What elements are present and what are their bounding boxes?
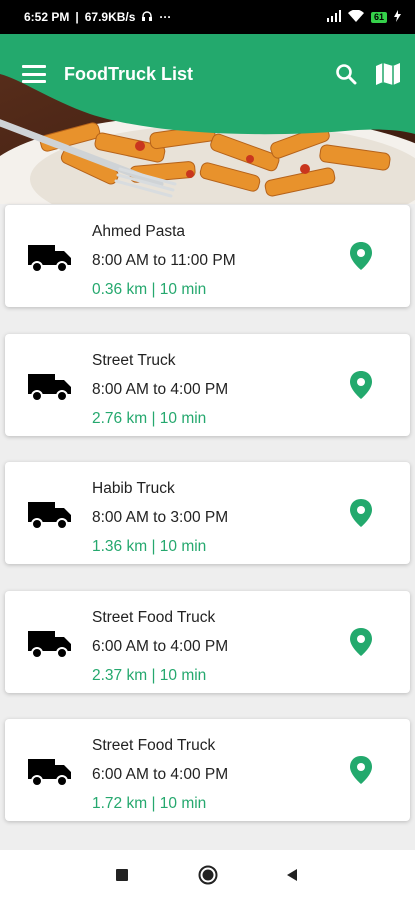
truck-icon <box>28 502 71 530</box>
square-recents-icon[interactable] <box>111 864 133 886</box>
status-separator: | <box>75 10 79 24</box>
status-time: 6:52 PM <box>24 10 70 24</box>
battery-indicator: 61 <box>370 11 387 23</box>
location-pin-icon[interactable] <box>348 241 374 271</box>
truck-distance: 0.36 km | 10 min <box>92 281 207 298</box>
truck-info: Street Food Truck 6:00 AM to 4:00 PM 2.3… <box>92 603 228 690</box>
truck-distance: 1.72 km | 10 min <box>92 795 207 812</box>
app-title: FoodTruck List <box>64 63 194 84</box>
truck-info: Street Truck 8:00 AM to 4:00 PM 2.76 km … <box>92 346 228 433</box>
truck-icon <box>28 374 71 402</box>
charging-icon <box>394 9 401 25</box>
location-pin-icon[interactable] <box>348 755 374 785</box>
wifi-icon <box>347 9 364 25</box>
truck-name: Street Truck <box>92 352 176 369</box>
header: FoodTruck List <box>0 34 415 204</box>
location-pin-icon[interactable] <box>348 370 374 400</box>
truck-distance: 1.36 km | 10 min <box>92 538 207 555</box>
truck-card[interactable]: Street Food Truck 6:00 AM to 4:00 PM 1.7… <box>5 719 410 821</box>
app-bar: FoodTruck List <box>0 34 415 114</box>
status-right: 61 <box>326 9 401 25</box>
status-left: 6:52 PM | 67.9KB/s ··· <box>24 10 171 25</box>
truck-icon <box>28 631 71 659</box>
truck-info: Ahmed Pasta 8:00 AM to 11:00 PM 0.36 km … <box>92 217 236 304</box>
truck-name: Ahmed Pasta <box>92 223 186 240</box>
truck-card[interactable]: Habib Truck 8:00 AM to 3:00 PM 1.36 km |… <box>5 462 410 564</box>
hamburger-menu-icon[interactable] <box>22 65 46 83</box>
truck-hours: 6:00 AM to 4:00 PM <box>92 638 229 655</box>
truck-hours: 6:00 AM to 4:00 PM <box>92 766 229 783</box>
system-nav-bar <box>0 850 415 900</box>
triangle-back-icon[interactable] <box>281 864 303 886</box>
truck-card[interactable]: Street Food Truck 6:00 AM to 4:00 PM 2.3… <box>5 591 410 693</box>
truck-icon <box>28 245 71 273</box>
truck-name: Street Food Truck <box>92 609 216 626</box>
app-bar-actions <box>335 62 401 86</box>
truck-info: Habib Truck 8:00 AM to 3:00 PM 1.36 km |… <box>92 474 228 561</box>
status-bar: 6:52 PM | 67.9KB/s ··· 61 <box>0 0 415 34</box>
network-speed: 67.9KB/s <box>84 10 136 24</box>
truck-distance: 2.76 km | 10 min <box>92 410 207 427</box>
truck-icon <box>28 759 71 787</box>
truck-info: Street Food Truck 6:00 AM to 4:00 PM 1.7… <box>92 731 228 818</box>
search-icon[interactable] <box>335 63 357 85</box>
overflow-dots: ··· <box>159 10 172 24</box>
truck-card[interactable]: Ahmed Pasta 8:00 AM to 11:00 PM 0.36 km … <box>5 205 410 307</box>
signal-icon <box>326 9 341 25</box>
truck-hours: 8:00 AM to 11:00 PM <box>92 252 236 269</box>
circle-home-icon[interactable] <box>197 864 219 886</box>
headset-icon <box>141 10 153 25</box>
truck-distance: 2.37 km | 10 min <box>92 667 207 684</box>
truck-hours: 8:00 AM to 4:00 PM <box>92 381 229 398</box>
truck-card[interactable]: Street Truck 8:00 AM to 4:00 PM 2.76 km … <box>5 334 410 436</box>
location-pin-icon[interactable] <box>348 627 374 657</box>
map-icon[interactable] <box>375 62 401 86</box>
location-pin-icon[interactable] <box>348 498 374 528</box>
truck-name: Street Food Truck <box>92 737 216 754</box>
truck-hours: 8:00 AM to 3:00 PM <box>92 509 229 526</box>
truck-name: Habib Truck <box>92 480 175 497</box>
